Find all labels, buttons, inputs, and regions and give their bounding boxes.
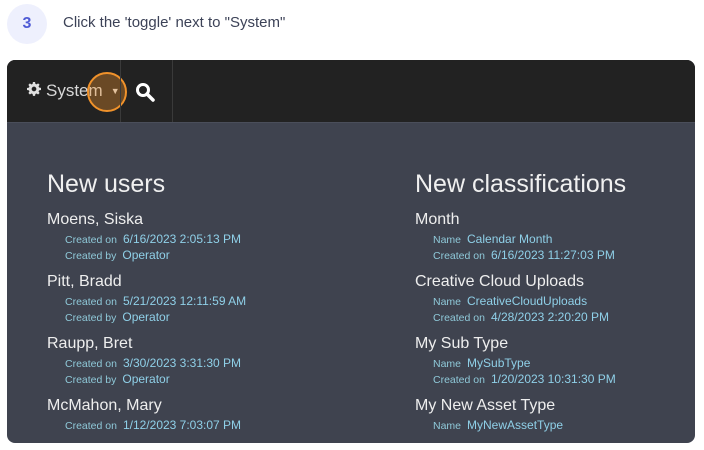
detail-value: 5/21/2023 12:11:59 AM bbox=[122, 294, 247, 308]
detail-value: Operator bbox=[122, 248, 170, 262]
user-list-item[interactable]: Raupp, Bret Created on 3/30/2023 3:31:30 P… bbox=[47, 335, 246, 387]
classification-list-item[interactable]: My New Asset Type Name MyNewAssetType bbox=[415, 397, 626, 433]
detail-row: Created by Operator bbox=[47, 371, 246, 387]
detail-label: Name bbox=[433, 420, 462, 432]
detail-row: Created on 4/28/2023 2:20:20 PM bbox=[415, 309, 626, 325]
item-title[interactable]: My New Asset Type bbox=[415, 397, 626, 415]
detail-label: Created on bbox=[433, 312, 485, 324]
user-list-item[interactable]: McMahon, Mary Created on 1/12/2023 7:03:07… bbox=[47, 397, 246, 433]
detail-label: Created on bbox=[65, 358, 117, 370]
detail-row: Created by Operator bbox=[47, 247, 246, 263]
click-highlight-marker bbox=[87, 72, 127, 112]
detail-value: CreativeCloudUploads bbox=[467, 294, 588, 308]
item-title[interactable]: McMahon, Mary bbox=[47, 397, 246, 415]
divider bbox=[172, 60, 173, 122]
detail-label: Name bbox=[433, 296, 462, 308]
detail-row: Created on 5/21/2023 12:11:59 AM bbox=[47, 293, 246, 309]
step-instruction: Click the 'toggle' next to "System" bbox=[63, 14, 286, 31]
detail-label: Created by bbox=[65, 374, 117, 386]
detail-label: Created on bbox=[65, 234, 117, 246]
detail-label: Created by bbox=[65, 312, 117, 324]
detail-label: Created on bbox=[433, 250, 485, 262]
item-title[interactable]: Raupp, Bret bbox=[47, 335, 246, 353]
divider bbox=[120, 60, 121, 122]
item-title[interactable]: Creative Cloud Uploads bbox=[415, 273, 626, 291]
detail-row: Name CreativeCloudUploads bbox=[415, 293, 626, 309]
item-title[interactable]: Month bbox=[415, 211, 626, 229]
detail-label: Created on bbox=[65, 420, 117, 432]
app-panel: System ▼ New users Moens, Siska Created o… bbox=[7, 60, 695, 443]
detail-value: 3/30/2023 3:31:30 PM bbox=[122, 356, 242, 370]
detail-label: Created on bbox=[65, 296, 117, 308]
new-users-section: New users Moens, Siska Created on 6/16/202… bbox=[47, 170, 246, 443]
detail-row: Created on 1/12/2023 7:03:07 PM bbox=[47, 417, 246, 433]
detail-row: Created on 6/16/2023 11:27:03 PM bbox=[415, 247, 626, 263]
classification-list-item[interactable]: Creative Cloud Uploads Name CreativeCloudU… bbox=[415, 273, 626, 325]
detail-row: Created on 1/20/2023 10:31:30 PM bbox=[415, 371, 626, 387]
detail-value: 6/16/2023 2:05:13 PM bbox=[122, 232, 242, 246]
detail-label: Name bbox=[433, 358, 462, 370]
detail-row: Created on 6/16/2023 2:05:13 PM bbox=[47, 231, 246, 247]
detail-label: Name bbox=[433, 234, 462, 246]
detail-value: 1/12/2023 7:03:07 PM bbox=[122, 418, 242, 432]
detail-row: Created on 3/30/2023 3:31:30 PM bbox=[47, 355, 246, 371]
step-number-badge: 3 bbox=[7, 4, 47, 44]
detail-value: 1/20/2023 10:31:30 PM bbox=[490, 372, 616, 386]
user-list-item[interactable]: Moens, Siska Created on 6/16/2023 2:05:13 … bbox=[47, 211, 246, 263]
user-list-item[interactable]: Pitt, Bradd Created on 5/21/2023 12:11:59 … bbox=[47, 273, 246, 325]
new-classifications-heading: New classifications bbox=[415, 170, 627, 198]
item-title[interactable]: Moens, Siska bbox=[47, 211, 246, 229]
detail-row: Name MySubType bbox=[415, 355, 626, 371]
search-icon bbox=[135, 83, 155, 106]
gear-icon bbox=[27, 81, 41, 101]
detail-value: MySubType bbox=[467, 356, 531, 370]
detail-row: Created by Operator bbox=[47, 309, 246, 325]
detail-value: Operator bbox=[122, 310, 170, 324]
detail-label: Created by bbox=[65, 250, 117, 262]
classification-list-item[interactable]: Month Name Calendar Month Created on 6/16/20… bbox=[415, 211, 626, 263]
detail-value: Calendar Month bbox=[467, 232, 553, 246]
item-title[interactable]: Pitt, Bradd bbox=[47, 273, 246, 291]
detail-label: Created on bbox=[433, 374, 485, 386]
detail-row: Name MyNewAssetType bbox=[415, 417, 626, 433]
detail-row: Name Calendar Month bbox=[415, 231, 626, 247]
classification-list-item[interactable]: My Sub Type Name MySubType Created on 1/20/2… bbox=[415, 335, 626, 387]
detail-value: Operator bbox=[122, 372, 170, 386]
detail-value: 4/28/2023 2:20:20 PM bbox=[490, 310, 610, 324]
detail-value: 6/16/2023 11:27:03 PM bbox=[490, 248, 615, 262]
detail-value: MyNewAssetType bbox=[467, 418, 564, 432]
search-button[interactable] bbox=[135, 82, 155, 107]
new-users-heading: New users bbox=[47, 170, 166, 198]
item-title[interactable]: My Sub Type bbox=[415, 335, 626, 353]
new-classifications-section: New classifications Month Name Calendar Mo… bbox=[415, 170, 626, 443]
top-bar: System ▼ bbox=[7, 60, 695, 123]
